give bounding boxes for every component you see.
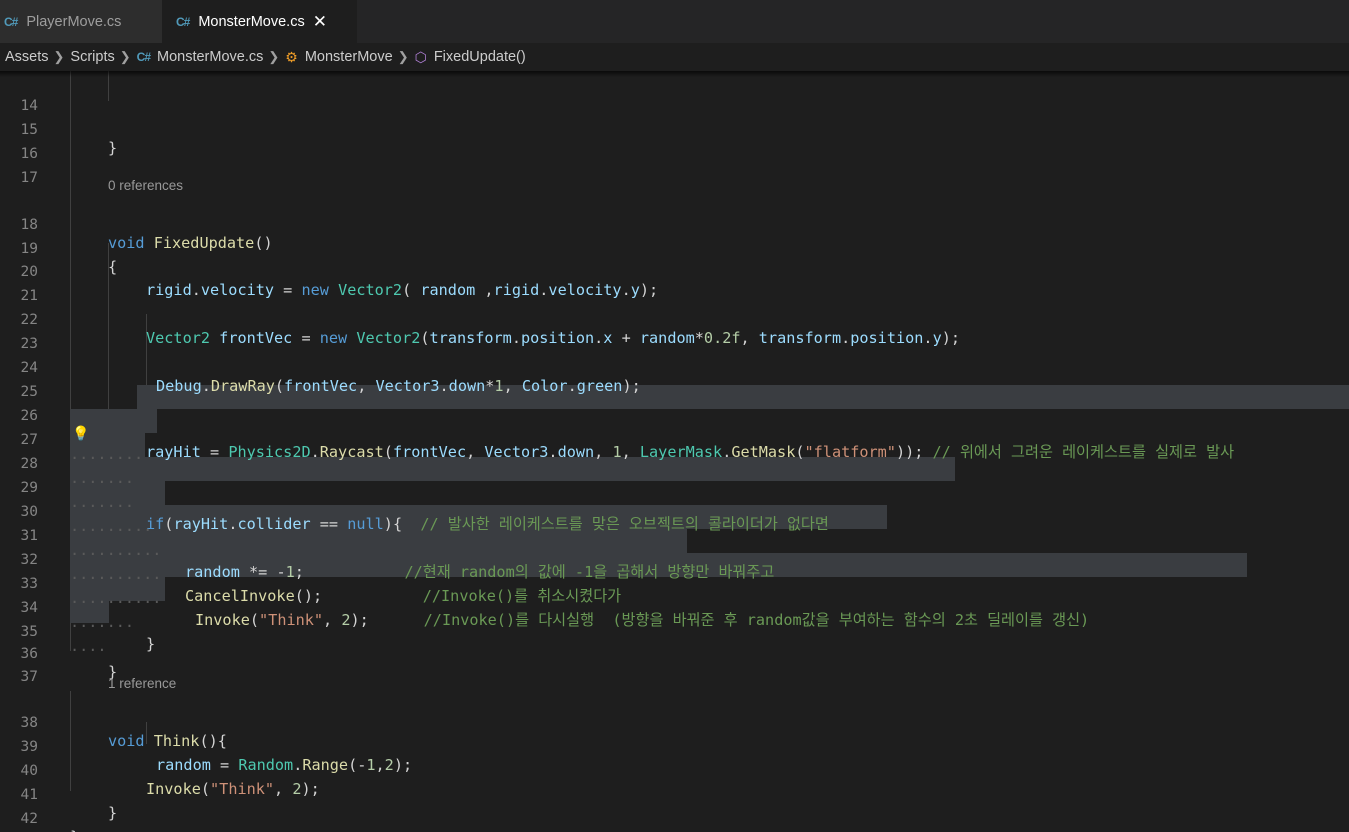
code-line: 22 Vector2 frontVec = new Vector2(transf… (0, 291, 1349, 347)
scroll-shadow (0, 71, 1349, 77)
code-line: 28 ······· (0, 435, 1349, 491)
chevron-right-icon: ❯ (53, 49, 65, 64)
codelens-references[interactable]: 1 reference (108, 673, 176, 695)
csharp-file-icon: C# (4, 14, 18, 29)
csharp-file-icon: C# (176, 14, 190, 29)
line-number: 37 (20, 669, 38, 685)
chevron-right-icon: ❯ (119, 49, 131, 64)
code-line: 19 { (0, 220, 1349, 276)
line-number: 17 (20, 170, 38, 186)
code-line: 34 ······· } (0, 579, 1349, 653)
code-line: 29 ······· if(rayHit.collider == null){ … (0, 459, 1349, 533)
code-line: 30 ········· (0, 483, 1349, 539)
breadcrumb-item-class[interactable]: MonsterMove (305, 49, 393, 65)
tab-monstermove[interactable]: C# MonsterMove.cs ✕ (162, 0, 357, 43)
code-line: 36 } (0, 625, 1349, 681)
tab-label: PlayerMove.cs (26, 13, 122, 30)
code-line: 16 (0, 125, 1349, 162)
breadcrumb-item-file[interactable]: MonsterMove.cs (157, 49, 263, 65)
code-line: 32 ·········· CancelInvoke(); //Invoke()… (0, 531, 1349, 605)
code-line: 23 (0, 315, 1349, 352)
tab-playermove[interactable]: C# PlayerMove.cs (0, 0, 162, 43)
code-line: 43 (0, 814, 1349, 832)
code-line: 37 (0, 648, 1349, 685)
tab-label: MonsterMove.cs (198, 13, 305, 30)
code-line: 33 ·········· Invoke("Think", 2); //Invo… (0, 555, 1349, 629)
code-line: 31 ·········· random *= -1; //현재 random의… (0, 507, 1349, 581)
chevron-right-icon: ❯ (397, 49, 409, 64)
code-line: 21 (0, 267, 1349, 304)
code-line: 41 } (0, 766, 1349, 822)
code-line: 15 } (0, 101, 1349, 157)
code-line: 25 (0, 363, 1349, 400)
code-line: 17 (0, 149, 1349, 186)
breadcrumb-item-scripts[interactable]: Scripts (70, 49, 114, 65)
class-icon: ⚙ (285, 48, 298, 65)
close-icon[interactable]: ✕ (313, 12, 327, 32)
code-line: 24 Debug.DrawRay(frontVec, Vector3.down*… (0, 339, 1349, 395)
breadcrumb: Assets ❯ Scripts ❯ C# MonsterMove.cs ❯ ⚙… (0, 43, 1349, 71)
editor-tab-bar: C# PlayerMove.cs C# MonsterMove.cs ✕ (0, 0, 1349, 43)
breadcrumb-item-method[interactable]: FixedUpdate() (434, 49, 526, 65)
code-line: 27 ········ (0, 411, 1349, 467)
csharp-file-icon: C# (136, 50, 151, 64)
code-line: 40 Invoke("Think", 2); (0, 742, 1349, 798)
code-line: 20 rigid.velocity = new Vector2( random … (0, 243, 1349, 299)
chevron-right-icon: ❯ (268, 49, 280, 64)
code-line: 42 } (0, 790, 1349, 832)
code-editor[interactable]: 14 15 } 16 17 0 references 18 void Fixed… (0, 71, 1349, 832)
code-line: 35 ···· (0, 603, 1349, 659)
codelens-references[interactable]: 0 references (108, 175, 183, 197)
code-line: 26 💡 rayHit = Physics2D.Raycast(frontVec… (0, 387, 1349, 461)
code-line: 18 void FixedUpdate() (0, 196, 1349, 252)
breadcrumb-item-assets[interactable]: Assets (5, 49, 49, 65)
method-icon: ⬡ (414, 48, 427, 65)
code-line: 39 random = Random.Range(-1,2); (0, 718, 1349, 774)
code-line: 38 void Think(){ (0, 694, 1349, 750)
code-line: 14 (0, 77, 1349, 114)
